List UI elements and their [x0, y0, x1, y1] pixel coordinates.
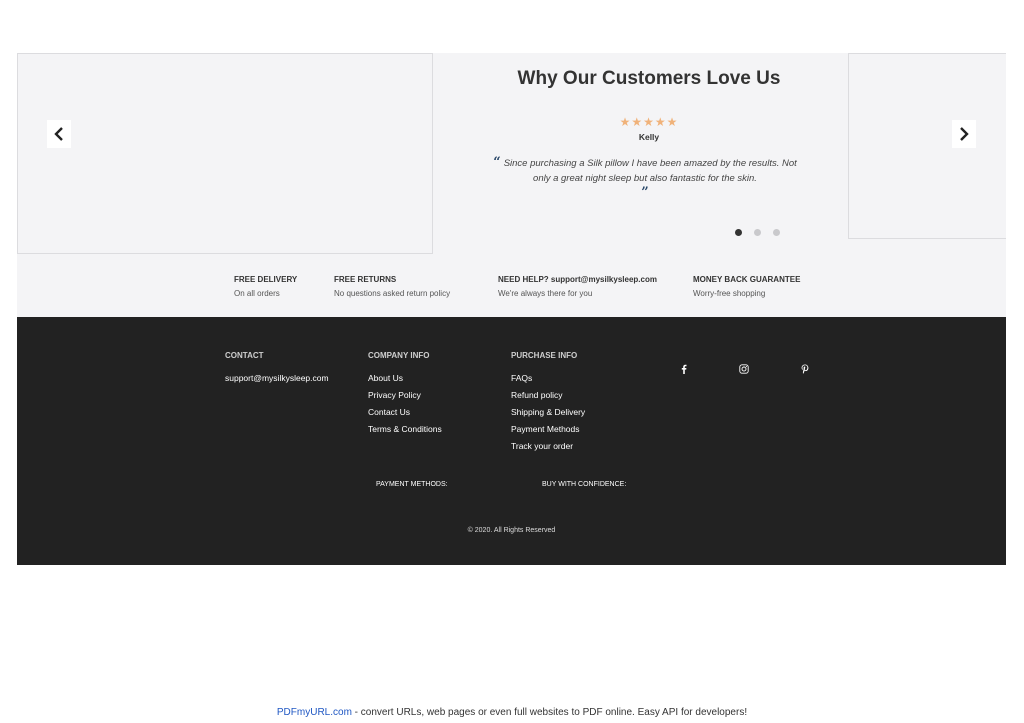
feature-title: FREE RETURNS — [334, 275, 397, 284]
slide-next-panel — [848, 53, 1006, 239]
feature-title: NEED HELP? support@mysilkysleep.com — [498, 275, 657, 284]
feature-free-returns: FREE RETURNS No questions asked return p… — [334, 275, 450, 298]
footer-link-about-us[interactable]: About Us — [368, 370, 442, 387]
pinterest-link[interactable] — [797, 361, 813, 377]
slider-dot-1[interactable] — [735, 229, 742, 236]
testimonial-slide: Why Our Customers Love Us ★★★★★ Kelly “S… — [450, 53, 848, 262]
copyright-text: © 2020. All Rights Reserved — [467, 527, 556, 534]
feature-subtitle: Worry-free shopping — [693, 289, 766, 298]
section-title: Why Our Customers Love Us — [517, 68, 781, 89]
pdf-banner: PDFmyURL.com - convert URLs, web pages o… — [0, 707, 1024, 718]
slide-previous-panel — [17, 53, 433, 254]
next-slide-button[interactable] — [952, 120, 976, 148]
close-quote-icon: ” — [641, 185, 649, 200]
chevron-right-icon — [960, 127, 969, 141]
previous-slide-button[interactable] — [47, 120, 71, 148]
footer-link-privacy-policy[interactable]: Privacy Policy — [368, 387, 442, 404]
feature-subtitle: We're always there for you — [498, 289, 593, 298]
pdfmyurl-link[interactable]: PDFmyURL.com — [277, 707, 352, 718]
footer-heading-contact: CONTACT — [225, 351, 264, 360]
testimonials-slider: Why Our Customers Love Us ★★★★★ Kelly “S… — [17, 53, 1006, 262]
testimonial-quote: “Since purchasing a Silk pillow I have b… — [490, 155, 800, 200]
feature-subtitle: On all orders — [234, 289, 280, 298]
footer-link-refund-policy[interactable]: Refund policy — [511, 387, 585, 404]
facebook-link[interactable] — [676, 361, 692, 377]
site-footer: CONTACT support@mysilkysleep.com COMPANY… — [17, 317, 1006, 565]
chevron-left-icon — [54, 127, 63, 141]
instagram-link[interactable] — [736, 361, 752, 377]
testimonial-text: Since purchasing a Silk pillow I have be… — [503, 158, 797, 184]
slider-dot-2[interactable] — [754, 229, 761, 236]
footer-link-payment-methods[interactable]: Payment Methods — [511, 421, 585, 438]
feature-title: FREE DELIVERY — [234, 275, 298, 284]
feature-money-back: MONEY BACK GUARANTEE Worry-free shopping — [693, 275, 800, 298]
payment-methods-label: PAYMENT METHODS: — [376, 481, 448, 488]
footer-company-column: COMPANY INFO About Us Privacy Policy Con… — [368, 351, 442, 438]
footer-heading-company: COMPANY INFO — [368, 351, 430, 360]
instagram-icon — [739, 364, 749, 374]
footer-purchase-column: PURCHASE INFO FAQs Refund policy Shippin… — [511, 351, 585, 455]
footer-link-faqs[interactable]: FAQs — [511, 370, 585, 387]
footer-link-shipping[interactable]: Shipping & Delivery — [511, 404, 585, 421]
footer-link-track-order[interactable]: Track your order — [511, 438, 585, 455]
reviewer-name: Kelly — [638, 132, 660, 142]
rating-stars: ★★★★★ — [619, 115, 679, 129]
feature-need-help: NEED HELP? support@mysilkysleep.com We'r… — [498, 275, 657, 298]
footer-contact-column: CONTACT support@mysilkysleep.com — [225, 351, 329, 387]
slider-dot-3[interactable] — [773, 229, 780, 236]
pinterest-icon — [801, 364, 809, 374]
feature-title: MONEY BACK GUARANTEE — [693, 275, 801, 284]
slider-dots — [735, 229, 780, 236]
feature-subtitle: No questions asked return policy — [334, 289, 451, 298]
footer-contact-email[interactable]: support@mysilkysleep.com — [225, 370, 329, 387]
features-bar: FREE DELIVERY On all orders FREE RETURNS… — [17, 262, 1006, 317]
footer-link-terms[interactable]: Terms & Conditions — [368, 421, 442, 438]
footer-heading-purchase: PURCHASE INFO — [511, 351, 578, 360]
pdf-banner-text: - convert URLs, web pages or even full w… — [351, 707, 748, 718]
buy-with-confidence-label: BUY WITH CONFIDENCE: — [542, 481, 627, 488]
open-quote-icon: “ — [493, 155, 501, 170]
footer-link-contact-us[interactable]: Contact Us — [368, 404, 442, 421]
feature-free-delivery: FREE DELIVERY On all orders — [234, 275, 297, 298]
facebook-icon — [681, 364, 687, 374]
